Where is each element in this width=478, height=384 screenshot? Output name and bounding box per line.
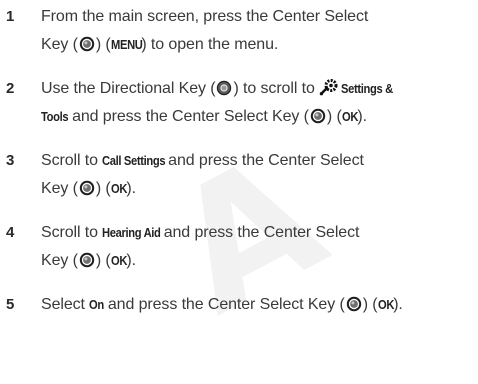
step-text-start: Use the Directional Key (: [41, 80, 216, 97]
menu-softkey-label: MENU: [110, 37, 143, 52]
step-text-key-close: ) (: [326, 108, 342, 125]
ok-softkey-label: OK: [110, 253, 127, 268]
step-text-end: ).: [357, 108, 367, 125]
step-number: 4: [6, 224, 15, 241]
step-text-press: and press the Center Select Key (: [72, 108, 309, 125]
step-number: 5: [6, 296, 15, 313]
step-text-key-open: Key (: [41, 180, 78, 197]
step-text-start: Select: [41, 296, 85, 313]
step-text-line-1: From the main screen, press the Center S…: [41, 8, 369, 25]
step-text-key-close: ) (: [95, 36, 111, 53]
center-select-key-icon: [79, 252, 95, 268]
on-option-label: On: [89, 297, 105, 312]
settings-tools-label-cont: Tools: [41, 109, 69, 124]
step-text-mid: and press the Center Select: [163, 224, 360, 241]
hearing-aid-label: Hearing Aid: [102, 225, 161, 240]
step-text-key-close: ) (: [95, 252, 111, 269]
ok-softkey-label: OK: [377, 297, 394, 312]
step-number: 1: [6, 8, 15, 25]
step-text-tail: ) to open the menu.: [141, 36, 279, 53]
step-text-key-open: Key (: [41, 36, 78, 53]
center-select-key-icon: [310, 108, 326, 124]
step-text-end: ).: [126, 180, 136, 197]
settings-tools-gear-icon: [319, 79, 338, 96]
center-select-key-icon: [79, 36, 95, 52]
step-text-start: Scroll to: [41, 152, 98, 169]
step-text: Select On and press the Center Select Ke…: [41, 291, 477, 319]
directional-key-icon: [217, 80, 232, 96]
step-text-end: ).: [126, 252, 136, 269]
step-text-start: Scroll to: [41, 224, 98, 241]
step-text-key-close: ) (: [362, 296, 378, 313]
step-text-mid: ) to scroll to: [233, 80, 315, 97]
call-settings-label: Call Settings: [102, 153, 166, 168]
step-text-key-open: Key (: [41, 252, 78, 269]
ok-softkey-label: OK: [110, 181, 127, 196]
step-number: 3: [6, 152, 15, 169]
step-text-mid: and press the Center Select: [168, 152, 364, 169]
step-text: Scroll to Call Settings and press the Ce…: [41, 147, 477, 203]
step-text-key-close: ) (: [95, 180, 111, 197]
center-select-key-icon: [346, 296, 361, 312]
center-select-key-icon: [79, 180, 95, 196]
step-number: 2: [6, 80, 15, 97]
settings-tools-label: Settings &: [341, 81, 393, 96]
step-text: Use the Directional Key () to scroll to …: [41, 75, 477, 131]
step-text-end: ).: [393, 296, 403, 313]
step-text: From the main screen, press the Center S…: [41, 3, 477, 59]
ok-softkey-label: OK: [341, 109, 358, 124]
step-text-mid: and press the Center Select Key (: [107, 296, 345, 313]
step-text: Scroll to Hearing Aid and press the Cent…: [41, 219, 477, 275]
